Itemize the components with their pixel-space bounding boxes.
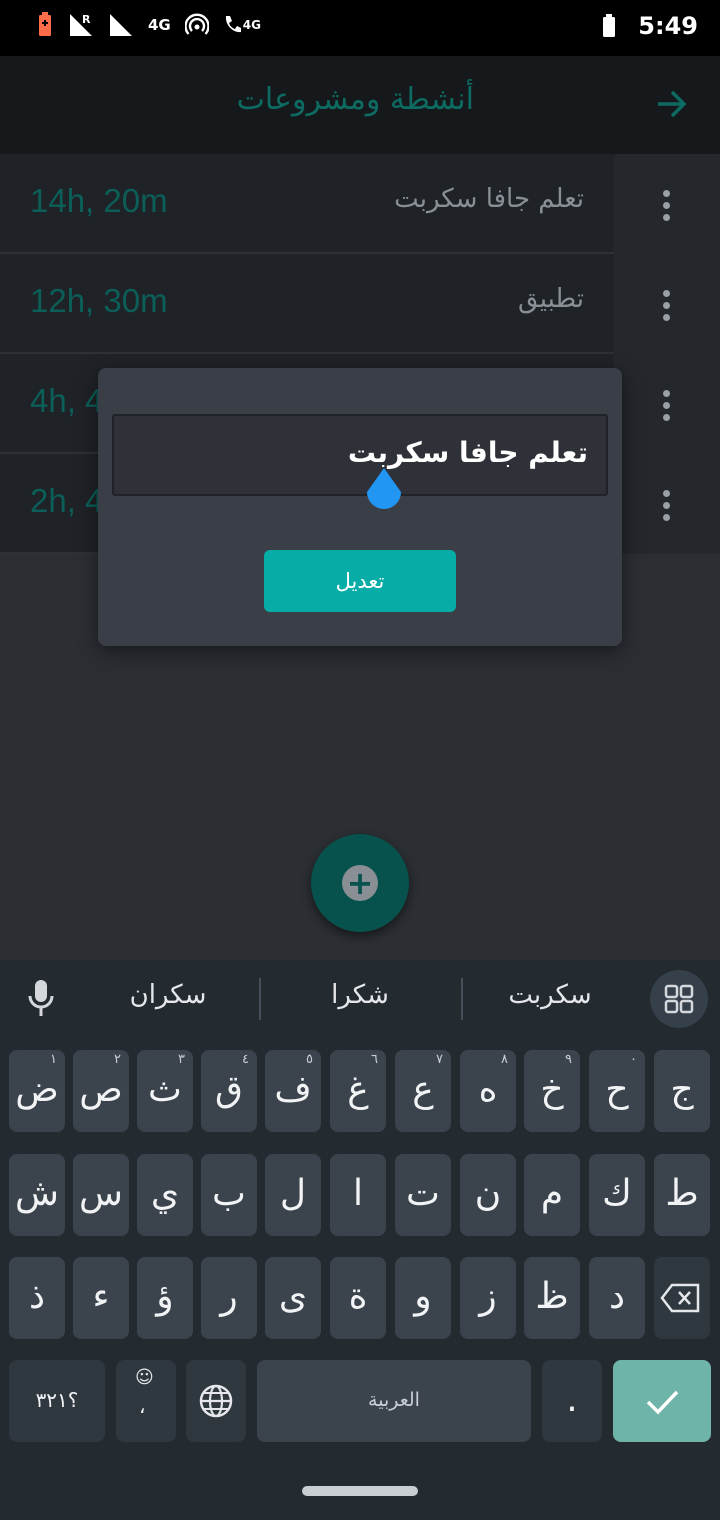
item-menu-button[interactable] xyxy=(614,254,720,354)
network-type-label: 4G xyxy=(148,16,171,34)
key[interactable]: ء xyxy=(73,1257,129,1339)
done-key[interactable] xyxy=(613,1360,711,1442)
status-clock: 5:49 xyxy=(638,12,698,40)
key[interactable]: غ٦ xyxy=(330,1050,386,1132)
key[interactable]: ن xyxy=(460,1154,516,1236)
activity-time: 14h, 20m xyxy=(30,182,168,219)
signal-roaming-icon: R xyxy=(70,13,92,36)
battery-icon xyxy=(603,14,616,37)
key[interactable]: س xyxy=(73,1154,129,1236)
suggestion-item[interactable]: شكرا xyxy=(270,980,450,1010)
key[interactable]: ظ xyxy=(524,1257,580,1339)
item-menu-button[interactable] xyxy=(614,154,720,254)
emoji-icon: ☺ xyxy=(135,1367,154,1388)
item-menu-button[interactable] xyxy=(614,354,720,454)
activity-time: 12h, 30m xyxy=(30,282,168,319)
gesture-nav-handle[interactable] xyxy=(302,1486,418,1496)
soft-keyboard: سكران شكرا سكربت ض١ ص٢ ث٣ ق٤ ف٥ غ٦ ع٧ ه٨… xyxy=(0,960,720,1520)
key[interactable]: ز xyxy=(460,1257,516,1339)
key[interactable]: ل xyxy=(265,1154,321,1236)
key[interactable]: د xyxy=(589,1257,645,1339)
more-vert-icon xyxy=(663,190,671,221)
key[interactable]: ؤ xyxy=(137,1257,193,1339)
volte-call-icon: 4G xyxy=(223,14,261,36)
status-bar: R 4G 4G 5:49 xyxy=(0,0,720,56)
key[interactable]: ش xyxy=(9,1154,65,1236)
item-menu-button[interactable] xyxy=(614,454,720,554)
hotspot-icon xyxy=(184,13,209,35)
key[interactable]: ج xyxy=(654,1050,710,1132)
suggestion-item[interactable]: سكربت xyxy=(460,980,640,1010)
key[interactable]: ط xyxy=(654,1154,710,1236)
suggestion-item[interactable]: سكران xyxy=(78,980,258,1010)
signal-icon xyxy=(110,14,132,36)
key[interactable]: ح٠ xyxy=(589,1050,645,1132)
check-icon xyxy=(646,1390,679,1415)
key[interactable]: ض١ xyxy=(9,1050,65,1132)
app-bar: أنشطة ومشروعات xyxy=(0,56,720,154)
space-key[interactable]: العربية xyxy=(257,1360,531,1442)
svg-text:R: R xyxy=(82,13,91,26)
activity-name-field[interactable]: تعلم جافا سكربت xyxy=(112,414,608,496)
key[interactable]: م xyxy=(524,1154,580,1236)
key[interactable]: ت xyxy=(395,1154,451,1236)
edit-button[interactable]: تعديل xyxy=(264,550,456,612)
status-icons-left: R 4G 4G xyxy=(36,12,261,38)
key[interactable]: ص٢ xyxy=(73,1050,129,1132)
key[interactable]: و xyxy=(395,1257,451,1339)
microphone-icon[interactable] xyxy=(26,978,56,1018)
suggestion-divider xyxy=(259,978,261,1020)
suggestion-strip: سكران شكرا سكربت xyxy=(0,960,720,1038)
more-vert-icon xyxy=(663,390,671,421)
key[interactable]: ى xyxy=(265,1257,321,1339)
page-title: أنشطة ومشروعات xyxy=(236,82,474,117)
key[interactable]: ي xyxy=(137,1154,193,1236)
key[interactable]: ة xyxy=(330,1257,386,1339)
key[interactable]: ث٣ xyxy=(137,1050,193,1132)
key[interactable]: ب xyxy=(201,1154,257,1236)
arrow-right-icon[interactable] xyxy=(654,86,690,122)
add-icon: + xyxy=(342,865,378,901)
key[interactable]: ق٤ xyxy=(201,1050,257,1132)
backspace-key[interactable] xyxy=(654,1257,710,1339)
key[interactable]: ك xyxy=(589,1154,645,1236)
activity-time: 4h, 4 xyxy=(30,382,104,419)
battery-saver-icon xyxy=(39,12,51,36)
status-icons-right: 5:49 xyxy=(602,12,698,40)
activity-name: تعلم جافا سكربت xyxy=(394,184,584,214)
key[interactable]: ف٥ xyxy=(265,1050,321,1132)
emoji-comma-key[interactable]: ☺ ، xyxy=(116,1360,176,1442)
language-key[interactable] xyxy=(186,1360,246,1442)
key[interactable]: ع٧ xyxy=(395,1050,451,1132)
activity-time: 2h, 4 xyxy=(30,482,104,519)
activity-name: تطبيق xyxy=(518,284,584,314)
period-key[interactable]: . xyxy=(542,1360,602,1442)
add-activity-button[interactable]: + xyxy=(311,834,409,932)
globe-icon xyxy=(199,1384,233,1418)
key[interactable]: خ٩ xyxy=(524,1050,580,1132)
edit-dialog: تعلم جافا سكربت تعديل xyxy=(98,368,622,646)
symbols-key[interactable]: ؟٣٢١ xyxy=(9,1360,105,1442)
call-network-label: 4G xyxy=(242,18,261,32)
list-item[interactable]: 12h, 30m تطبيق xyxy=(0,254,720,354)
grid-icon xyxy=(664,984,694,1014)
list-item[interactable]: 14h, 20m تعلم جافا سكربت xyxy=(0,154,720,254)
key[interactable]: ا xyxy=(330,1154,386,1236)
key[interactable]: ه٨ xyxy=(460,1050,516,1132)
key[interactable]: ذ xyxy=(9,1257,65,1339)
comma-label: ، xyxy=(139,1394,146,1418)
key[interactable]: ر xyxy=(201,1257,257,1339)
more-vert-icon xyxy=(663,490,671,521)
backspace-icon xyxy=(660,1283,700,1313)
more-vert-icon xyxy=(663,290,671,321)
text-cursor-handle[interactable] xyxy=(365,468,403,512)
keyboard-menu-button[interactable] xyxy=(650,970,708,1028)
